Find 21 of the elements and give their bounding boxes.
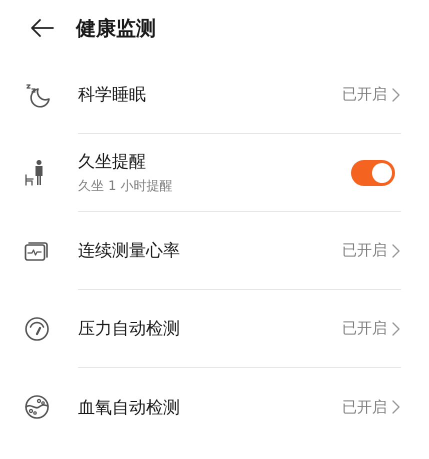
- setting-title[interactable]: 连续测量心率: [78, 239, 342, 262]
- setting-title[interactable]: 压力自动检测: [78, 317, 342, 340]
- page-title: 健康监测: [76, 14, 156, 42]
- chevron-right-icon[interactable]: [391, 320, 401, 336]
- chevron-right-icon[interactable]: [391, 399, 401, 415]
- chevron-right-icon[interactable]: [391, 86, 401, 102]
- setting-subtitle: 久坐 1 小时提醒: [78, 178, 174, 195]
- heart-rate-monitor-icon: [24, 240, 50, 262]
- setting-title[interactable]: 血氧自动检测: [78, 396, 342, 418]
- sleep-moon-icon: [24, 82, 52, 108]
- setting-status: 已开启: [342, 85, 387, 104]
- setting-status: 已开启: [342, 319, 387, 338]
- toggle-switch[interactable]: [351, 160, 395, 186]
- setting-title[interactable]: 科学睡眠: [78, 83, 342, 106]
- gauge-icon: [24, 316, 50, 342]
- setting-status: 已开启: [342, 398, 387, 416]
- back-arrow-icon[interactable]: [30, 18, 54, 38]
- blood-cell-icon: [24, 394, 50, 420]
- setting-status: 已开启: [342, 241, 387, 260]
- setting-title[interactable]: 久坐提醒: [78, 150, 351, 173]
- chevron-right-icon[interactable]: [391, 242, 401, 258]
